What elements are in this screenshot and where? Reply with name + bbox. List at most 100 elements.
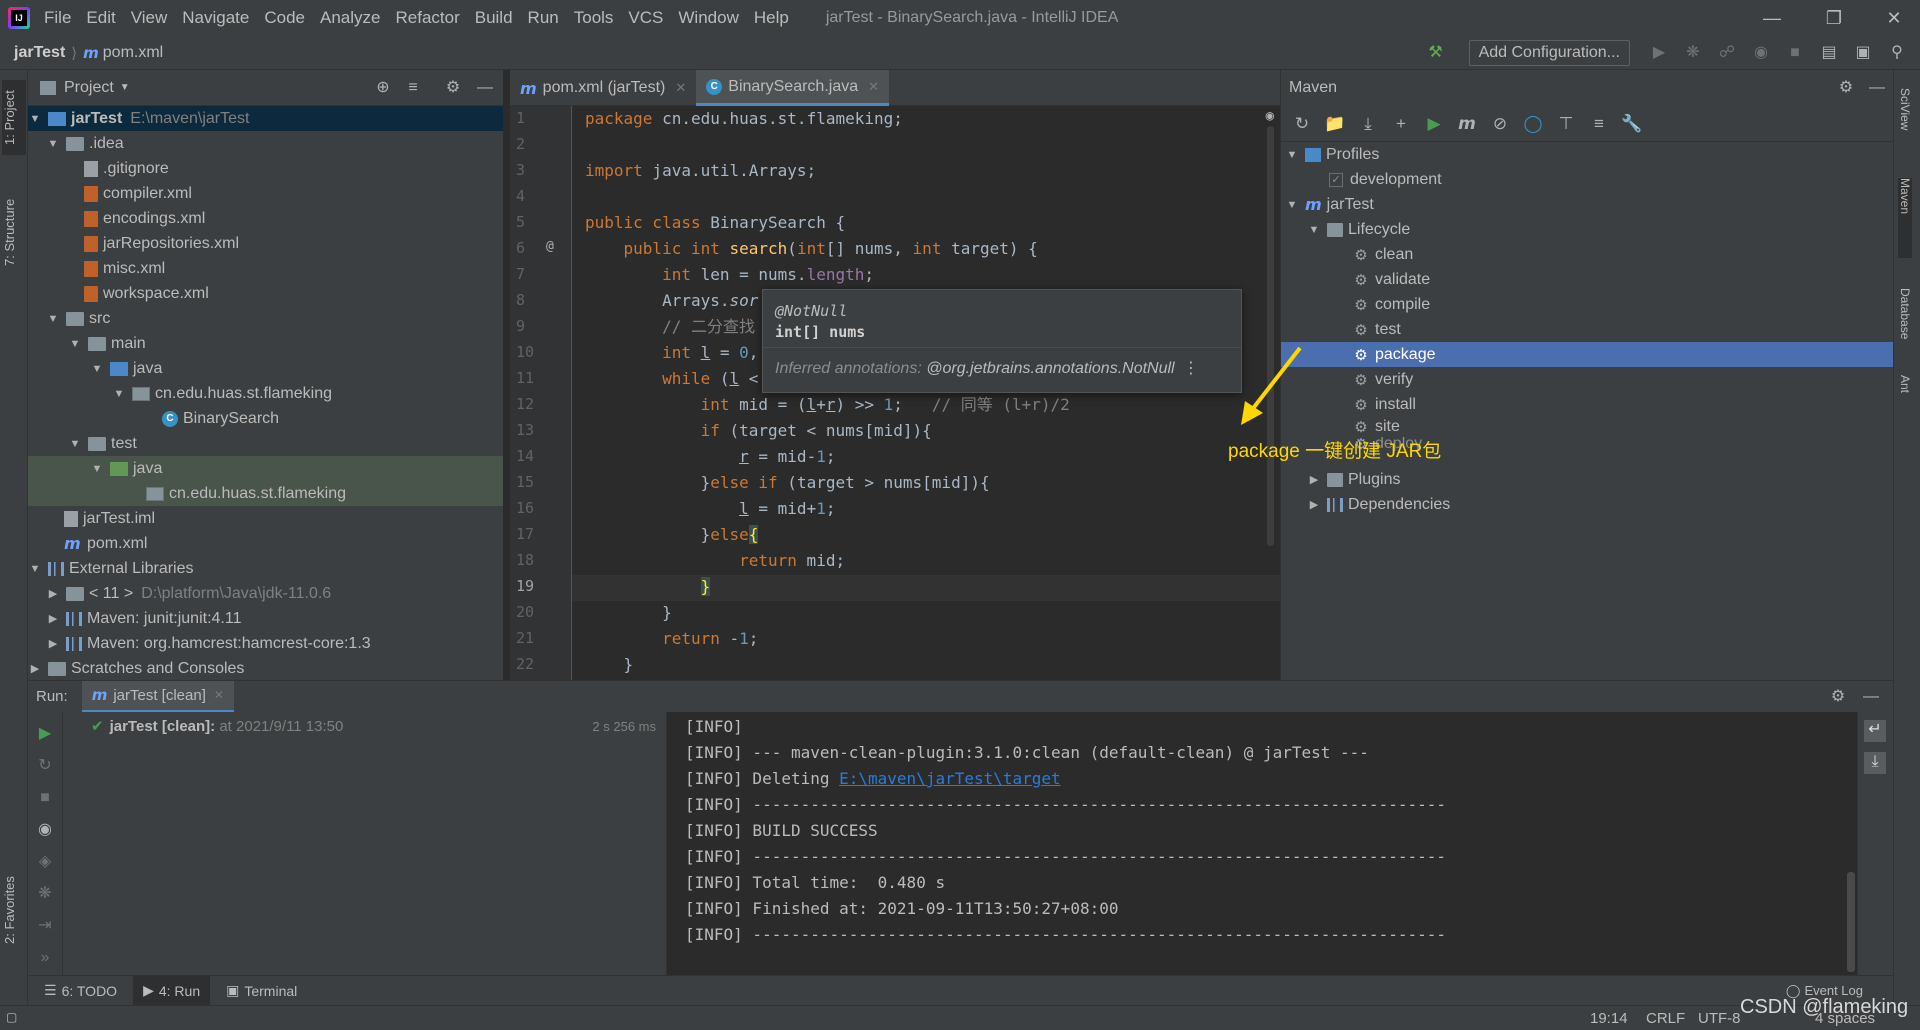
tree-node-jdk[interactable]: ▶ < 11 > D:\platform\Java\jdk-11.0.6 [28,581,503,606]
profile-icon[interactable]: ◉ [1750,42,1772,64]
dump-threads-icon[interactable]: ◈ [35,852,55,872]
tool-todo[interactable]: ☰ 6: TODO [34,976,127,1006]
caret-position[interactable]: 19:14 [1590,1010,1628,1027]
reader-mode-eye-icon[interactable]: ◉ [1266,108,1274,124]
menu-navigate[interactable]: Navigate [182,8,249,28]
skip-tests-icon[interactable]: ◯ [1522,113,1544,135]
build-hammer-icon[interactable]: ⚒ [1425,42,1447,64]
maven-goal-test[interactable]: ⚙ test [1281,317,1894,342]
minimize-icon[interactable]: — [1760,6,1784,30]
soft-wrap-icon[interactable]: ↵ [1864,720,1886,742]
menu-window[interactable]: Window [678,8,738,28]
stop-icon[interactable]: ■ [1784,42,1806,64]
tree-node-external-libraries[interactable]: ▼ External Libraries [28,556,503,581]
maven-node-lifecycle[interactable]: ▼ Lifecycle [1281,217,1894,242]
rerun-failed-icon[interactable]: ↻ [35,756,55,776]
close-tab-icon[interactable]: ✕ [868,79,879,95]
maven-goal-clean[interactable]: ⚙ clean [1281,242,1894,267]
collapse-all-icon[interactable]: ≡ [403,78,423,98]
collapsed-arrow-icon[interactable]: ▶ [46,612,60,625]
maven-goal-validate[interactable]: ⚙ validate [1281,267,1894,292]
tree-node-test-java[interactable]: ▼ java [28,456,503,481]
console-scrollbar[interactable] [1847,872,1855,972]
maven-goal-package[interactable]: ⚙ package [1281,342,1894,367]
tree-node-pom-xml[interactable]: m pom.xml [28,531,503,556]
run-entry[interactable]: ✔ jarTest [clean]: at 2021/9/11 13:50 [91,717,343,735]
breadcrumb-project[interactable]: jarTest [14,44,65,62]
menu-file[interactable]: File [44,8,71,28]
deleted-path-link[interactable]: E:\maven\jarTest\target [839,769,1061,788]
collapsed-arrow-icon[interactable]: ▶ [46,637,60,650]
debug-icon[interactable]: ❋ [35,884,55,904]
menu-build[interactable]: Build [475,8,513,28]
tool-terminal[interactable]: ▣ Terminal [216,976,307,1006]
tree-node-scratches[interactable]: ▶ Scratches and Consoles [28,656,503,681]
maven-node-jartest[interactable]: ▼ m jarTest [1281,192,1894,217]
tree-node-test[interactable]: ▼ test [28,431,503,456]
file-encoding[interactable]: UTF-8 [1698,1010,1741,1027]
toggle-tool-windows-icon[interactable]: ▢ [6,1010,17,1024]
tree-node-encodings-xml[interactable]: encodings.xml [28,206,503,231]
tree-node-gitignore[interactable]: .gitignore [28,156,503,181]
maven-node-profiles[interactable]: ▼ Profiles [1281,142,1894,167]
menu-analyze[interactable]: Analyze [320,8,380,28]
maven-goal-verify[interactable]: ⚙ verify [1281,367,1894,392]
editor-scrollbar[interactable] [1267,126,1274,546]
expanded-arrow-icon[interactable]: ▼ [1307,224,1321,236]
tree-node-jarrepositories-xml[interactable]: jarRepositories.xml [28,231,503,256]
tab-favorites[interactable]: 2: Favorites [2,865,26,955]
expanded-arrow-icon[interactable]: ▼ [46,138,60,150]
breadcrumb-file[interactable]: pom.xml [103,44,163,62]
search-everywhere-icon[interactable]: ⚲ [1886,42,1908,64]
tree-node-binarysearch[interactable]: C BinarySearch [28,406,503,431]
tree-node-main-java[interactable]: ▼ java [28,356,503,381]
add-icon[interactable]: + [1390,113,1412,135]
menu-run[interactable]: Run [528,8,559,28]
profile-checkbox[interactable]: ✓ [1329,172,1343,187]
tool-run[interactable]: ▶ 4: Run [133,975,211,1006]
toggle-offline-icon[interactable]: ⊘ [1489,113,1511,135]
collapsed-arrow-icon[interactable]: ▶ [46,587,60,600]
debug-icon[interactable]: ❋ [1682,42,1704,64]
run-icon[interactable]: ▶ [1648,42,1670,64]
tab-database[interactable]: Database [1898,288,1912,383]
layout-icon[interactable]: ▣ [1852,42,1874,64]
menu-edit[interactable]: Edit [86,8,115,28]
project-structure-icon[interactable]: ▤ [1818,42,1840,64]
restore-icon[interactable]: ❐ [1822,6,1846,30]
expanded-arrow-icon[interactable]: ▼ [68,438,82,450]
exit-icon[interactable]: ⇥ [35,916,55,936]
maven-goal-site[interactable]: ⚙ site [1281,417,1894,437]
collapse-all-icon[interactable]: ≡ [1588,113,1610,135]
tree-node-test-package[interactable]: cn.edu.huas.st.flameking [28,481,503,506]
tree-node-hamcrest[interactable]: ▶ Maven: org.hamcrest:hamcrest-core:1.3 [28,631,503,656]
run-tab-jartest-clean[interactable]: m jarTest [clean] ✕ [81,680,234,713]
expanded-arrow-icon[interactable]: ▼ [1285,199,1299,211]
hide-panel-icon[interactable]: — [1867,78,1887,98]
expanded-arrow-icon[interactable]: ▼ [28,563,42,575]
expanded-arrow-icon[interactable]: ▼ [90,463,104,475]
expanded-arrow-icon[interactable]: ▼ [28,113,42,125]
execute-maven-goal-icon[interactable]: m [1456,113,1478,135]
settings-gear-icon[interactable]: ⚙ [1828,687,1848,707]
locate-file-icon[interactable]: ⊕ [373,78,393,98]
tree-node-junit[interactable]: ▶ Maven: junit:junit:4.11 [28,606,503,631]
tab-ant[interactable]: Ant [1898,375,1912,415]
collapsed-arrow-icon[interactable]: ▶ [28,662,42,675]
menu-code[interactable]: Code [264,8,305,28]
menu-refactor[interactable]: Refactor [395,8,459,28]
expanded-arrow-icon[interactable]: ▼ [68,338,82,350]
maven-settings-wrench-icon[interactable]: 🔧 [1621,113,1643,135]
coverage-icon[interactable]: ☍ [1716,42,1738,64]
menu-tools[interactable]: Tools [574,8,614,28]
tree-node-main-package[interactable]: ▼ cn.edu.huas.st.flameking [28,381,503,406]
reload-icon[interactable]: ↻ [1291,113,1313,135]
rerun-icon[interactable]: ▶ [35,724,55,744]
menu-vcs[interactable]: VCS [628,8,663,28]
hide-panel-icon[interactable]: — [1861,687,1881,707]
tab-sciview[interactable]: SciView [1898,88,1912,163]
project-panel-title[interactable]: Project [64,79,114,97]
add-configuration-button[interactable]: Add Configuration... [1468,40,1630,66]
tab-pom-xml[interactable]: m pom.xml (jarTest) ✕ [510,70,696,106]
dropdown-arrow-icon[interactable]: ▼ [120,82,130,93]
